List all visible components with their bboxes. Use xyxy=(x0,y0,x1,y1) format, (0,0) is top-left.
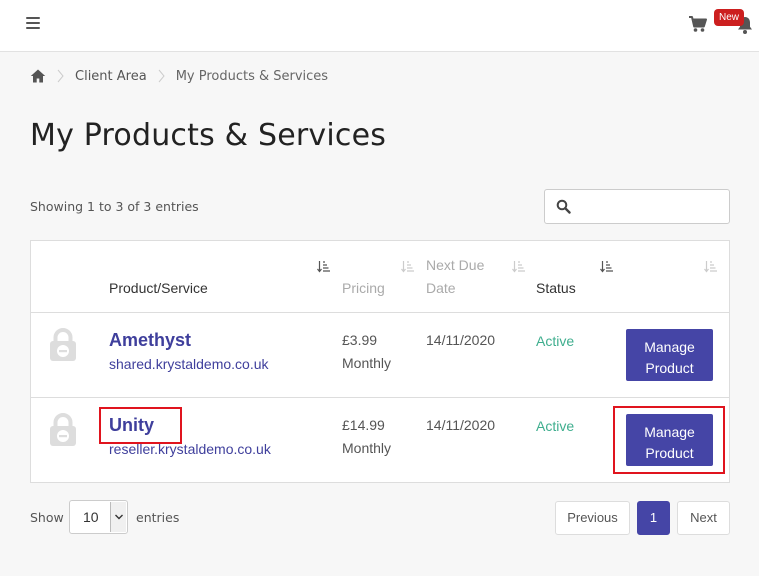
next-due-date: 14/11/2020 xyxy=(426,332,496,348)
chevron-right-icon xyxy=(158,69,165,83)
cart-icon[interactable] xyxy=(688,14,708,34)
top-bar: New xyxy=(0,0,759,52)
show-label: Show xyxy=(30,510,64,525)
row-divider xyxy=(31,397,729,398)
row-divider xyxy=(31,312,729,313)
column-header-pricing[interactable]: Pricing xyxy=(342,277,385,300)
manage-button-label-line2: Product xyxy=(645,359,694,376)
page-size-select[interactable]: 10 xyxy=(69,500,128,534)
lock-icon xyxy=(50,328,76,361)
sort-icon[interactable] xyxy=(600,261,613,273)
search-icon xyxy=(556,199,571,214)
page-size-value: 10 xyxy=(83,509,99,525)
product-domain[interactable]: reseller.krystaldemo.co.uk xyxy=(109,441,271,457)
manage-product-button[interactable]: Manage Product xyxy=(626,329,713,381)
hamburger-icon[interactable] xyxy=(26,17,40,30)
next-due-date: 14/11/2020 xyxy=(426,417,496,433)
sort-icon[interactable] xyxy=(512,261,525,273)
chevron-right-icon xyxy=(57,69,64,83)
manage-button-label-line1: Manage xyxy=(644,423,695,440)
search-box[interactable] xyxy=(544,189,730,224)
new-badge: New xyxy=(714,9,745,26)
sort-icon[interactable] xyxy=(704,261,717,273)
select-arrow[interactable] xyxy=(110,502,126,532)
previous-page-button[interactable]: Previous xyxy=(555,501,630,535)
lock-icon xyxy=(50,413,76,446)
status-badge: Active xyxy=(536,333,575,349)
column-header-product[interactable]: Product/Service xyxy=(109,277,208,300)
column-header-status[interactable]: Status xyxy=(536,277,576,300)
search-input[interactable] xyxy=(579,196,724,218)
sort-icon[interactable] xyxy=(401,261,414,273)
column-header-next-due-line1[interactable]: Next Due xyxy=(426,254,484,277)
breadcrumb-current: My Products & Services xyxy=(175,68,329,84)
page-title: My Products & Services xyxy=(30,118,387,153)
manage-button-label-line2: Product xyxy=(645,444,694,461)
breadcrumb: Client Area My Products & Services xyxy=(30,66,328,86)
home-icon[interactable] xyxy=(30,68,46,84)
chevron-down-icon xyxy=(115,514,123,520)
products-table: Product/Service Pricing Next Due Date St… xyxy=(30,240,730,483)
product-price: £3.99 xyxy=(342,332,378,348)
breadcrumb-client-area[interactable]: Client Area xyxy=(75,69,147,84)
billing-cycle: Monthly xyxy=(342,440,392,456)
manage-product-button[interactable]: Manage Product xyxy=(626,414,713,466)
product-name[interactable]: Unity xyxy=(109,415,154,436)
product-domain[interactable]: shared.krystaldemo.co.uk xyxy=(109,356,269,372)
entries-label: entries xyxy=(136,510,180,525)
product-price: £14.99 xyxy=(342,417,385,433)
sort-icon[interactable] xyxy=(317,261,330,273)
entries-info: Showing 1 to 3 of 3 entries xyxy=(30,199,199,214)
billing-cycle: Monthly xyxy=(342,355,392,371)
manage-button-label-line1: Manage xyxy=(644,338,695,355)
page-1-button[interactable]: 1 xyxy=(637,501,670,535)
column-header-next-due-line2[interactable]: Date xyxy=(426,277,456,300)
product-name[interactable]: Amethyst xyxy=(109,330,191,351)
status-badge: Active xyxy=(536,418,575,434)
next-page-button[interactable]: Next xyxy=(677,501,730,535)
